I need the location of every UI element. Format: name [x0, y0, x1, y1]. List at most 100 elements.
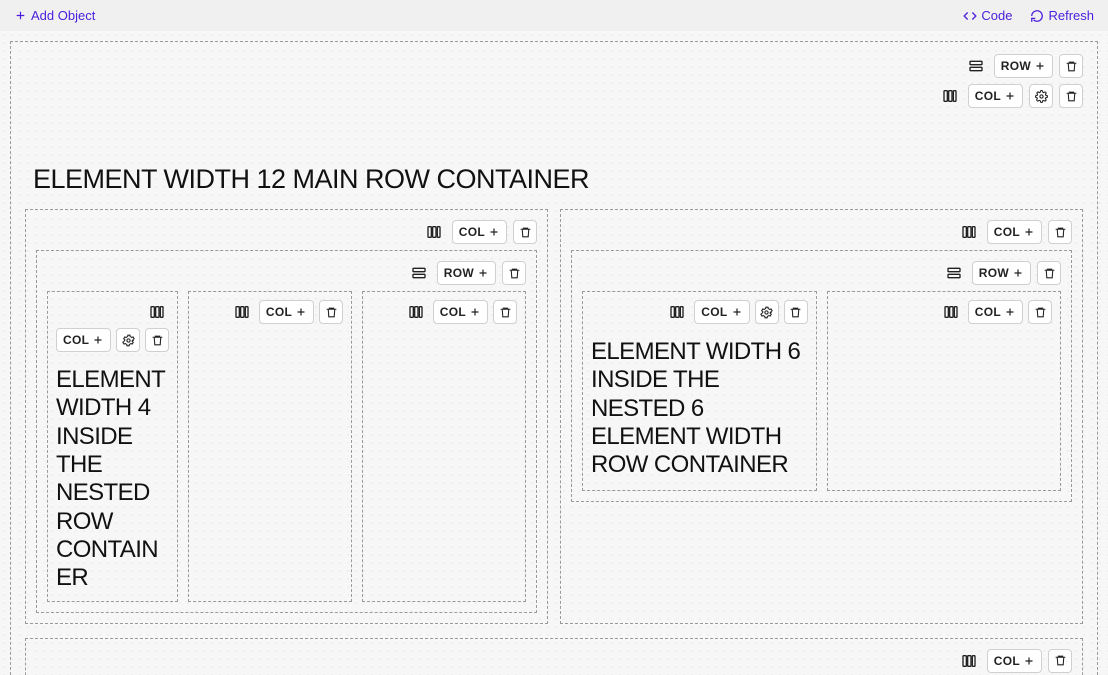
refresh-icon [1030, 9, 1044, 23]
delete-col-button[interactable] [1048, 649, 1072, 673]
plus-icon [295, 306, 307, 318]
nested-col-4-text: ELEMENT WIDTH 4 INSIDE THE NESTED ROW CO… [56, 366, 169, 593]
toolbar-right-group: Code Refresh [963, 8, 1094, 23]
plus-icon [731, 306, 743, 318]
columns-icon [665, 300, 689, 324]
row-icon [964, 54, 988, 78]
columns-icon [145, 300, 169, 324]
top-toolbar: Add Object Code Refresh [0, 0, 1108, 31]
left-col6-controls: COL [36, 220, 537, 244]
col-chip-label: COL [440, 305, 466, 319]
col-chip-label: COL [701, 305, 727, 319]
add-row-button[interactable]: ROW [437, 261, 496, 285]
left-nested-cols: COL ELEMENT WIDTH 4 INSIDE TH [47, 291, 526, 602]
outer-row-block: ROW COL ELEMENT WIDTH 12 MAIN ROW C [10, 41, 1098, 675]
add-object-label: Add Object [31, 8, 95, 23]
plus-icon [14, 9, 27, 22]
columns-icon [404, 300, 428, 324]
trash-icon [1054, 654, 1067, 667]
trash-icon [1043, 267, 1056, 280]
below-col-controls: COL [36, 649, 1072, 673]
gear-icon [122, 334, 135, 347]
code-button[interactable]: Code [963, 8, 1012, 23]
trash-icon [499, 306, 512, 319]
col-settings-button[interactable] [755, 300, 779, 324]
plus-icon [1034, 60, 1046, 72]
code-label: Code [981, 8, 1012, 23]
trash-icon [508, 267, 521, 280]
trash-icon [789, 306, 802, 319]
right-col-6: COL ROW [560, 209, 1083, 624]
right-nested-row-controls: ROW [582, 261, 1061, 285]
plus-icon [1004, 90, 1016, 102]
col-chip-label: COL [459, 225, 485, 239]
delete-col-button[interactable] [513, 220, 537, 244]
columns-icon [938, 84, 962, 108]
plus-icon [92, 334, 104, 346]
delete-row-button[interactable] [502, 261, 526, 285]
col-chip-label: COL [994, 225, 1020, 239]
col-settings-button[interactable] [1029, 84, 1053, 108]
plus-icon [469, 306, 481, 318]
trash-icon [1065, 90, 1078, 103]
code-icon [963, 9, 977, 23]
delete-col-button[interactable] [493, 300, 517, 324]
refresh-label: Refresh [1048, 8, 1094, 23]
refresh-button[interactable]: Refresh [1030, 8, 1094, 23]
delete-col-button[interactable] [145, 328, 169, 352]
delete-row-button[interactable] [1037, 261, 1061, 285]
add-object-button[interactable]: Add Object [14, 8, 95, 23]
add-row-button[interactable]: ROW [972, 261, 1031, 285]
right-nested-row: ROW [571, 250, 1072, 502]
main-heading: ELEMENT WIDTH 12 MAIN ROW CONTAINER [33, 164, 1083, 195]
gear-icon [1035, 90, 1048, 103]
nested-col-6-content: ELEMENT WIDTH 6 INSIDE THE NESTED 6 ELEM… [591, 338, 808, 480]
row-chip-label: ROW [1001, 59, 1031, 73]
add-col-button[interactable]: COL [433, 300, 488, 324]
trash-icon [151, 334, 164, 347]
col-chip-label: COL [266, 305, 292, 319]
col-chip-label: COL [63, 333, 89, 347]
nested-col-4: COL ELEMENT WIDTH 4 INSIDE TH [47, 291, 178, 602]
col-settings-button[interactable] [116, 328, 140, 352]
outer-row-controls: ROW [25, 54, 1083, 78]
gear-icon [760, 306, 773, 319]
add-col-button[interactable]: COL [987, 649, 1042, 673]
add-col-button[interactable]: COL [987, 220, 1042, 244]
add-col-button[interactable]: COL [56, 328, 111, 352]
columns-icon [957, 220, 981, 244]
col-chip-label: COL [975, 305, 1001, 319]
left-col-6: COL ROW [25, 209, 548, 624]
columns-icon [957, 649, 981, 673]
delete-col-button[interactable] [784, 300, 808, 324]
plus-icon [1012, 267, 1024, 279]
nested-col-6-text: COL ELEMENT WIDTH 6 INSIDE TH [582, 291, 817, 491]
delete-col-button[interactable] [319, 300, 343, 324]
row-icon [942, 261, 966, 285]
delete-col-button[interactable] [1059, 84, 1083, 108]
delete-row-button[interactable] [1059, 54, 1083, 78]
plus-icon [477, 267, 489, 279]
trash-icon [1054, 226, 1067, 239]
row-chip-label: ROW [444, 266, 474, 280]
plus-icon [1004, 306, 1016, 318]
two-column-row: COL ROW [25, 209, 1083, 624]
left-nested-row: ROW [36, 250, 537, 613]
delete-col-button[interactable] [1028, 300, 1052, 324]
add-col-button[interactable]: COL [259, 300, 314, 324]
add-row-button[interactable]: ROW [994, 54, 1053, 78]
plus-icon [488, 226, 500, 238]
nested-col-4-empty-a: COL [188, 291, 352, 602]
trash-icon [519, 226, 532, 239]
delete-col-button[interactable] [1048, 220, 1072, 244]
add-col-button[interactable]: COL [452, 220, 507, 244]
trash-icon [1034, 306, 1047, 319]
add-col-button[interactable]: COL [968, 84, 1023, 108]
row-chip-label: ROW [979, 266, 1009, 280]
add-col-button[interactable]: COL [694, 300, 749, 324]
columns-icon [230, 300, 254, 324]
add-col-button[interactable]: COL [968, 300, 1023, 324]
outer-col-controls: COL [25, 84, 1083, 108]
nested-col-6-empty: COL [827, 291, 1062, 491]
plus-icon [1023, 226, 1035, 238]
